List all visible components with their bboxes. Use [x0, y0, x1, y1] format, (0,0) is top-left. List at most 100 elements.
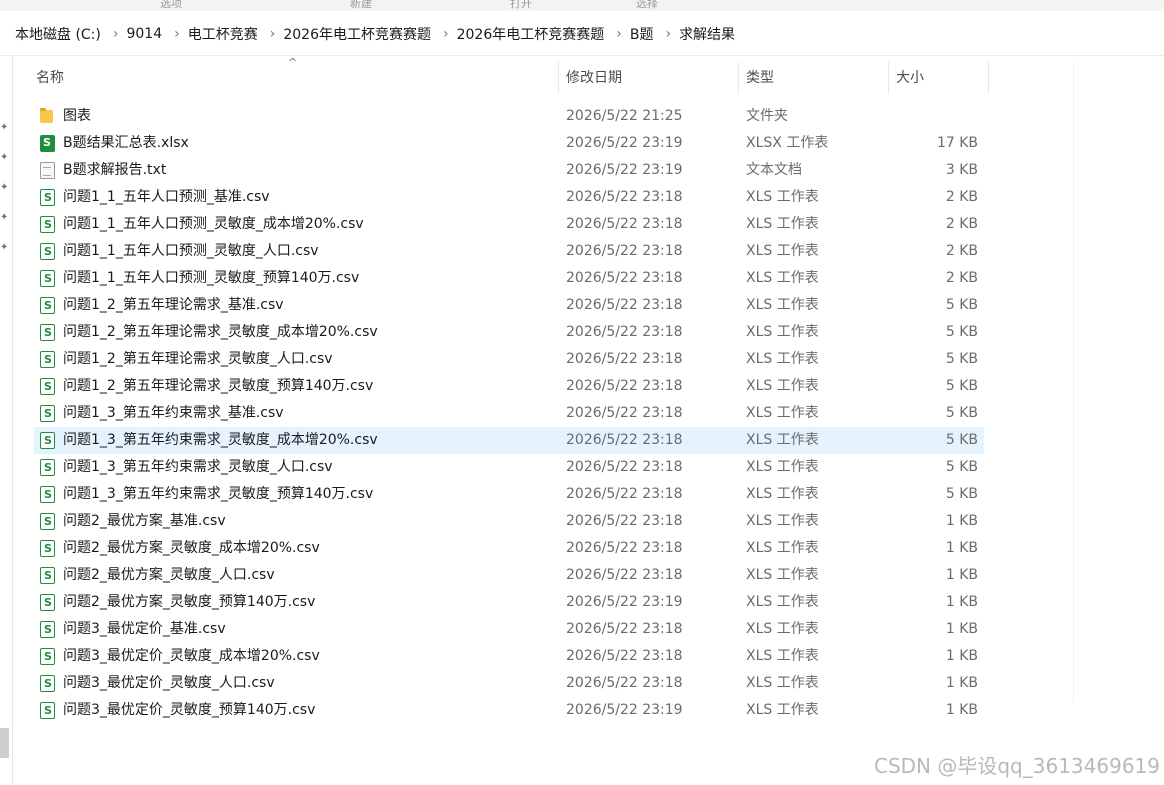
- file-row[interactable]: B题结果汇总表.xlsx 2026/5/22 23:19 XLSX 工作表 17 KB: [34, 129, 984, 157]
- file-row[interactable]: 问题1_1_五年人口预测_灵敏度_预算140万.csv 2026/5/22 23:…: [34, 265, 984, 292]
- file-size: 5 KB: [945, 378, 978, 394]
- file-row[interactable]: 问题1_1_五年人口预测_基准.csv 2026/5/22 23:18 XLS 工作…: [34, 184, 984, 211]
- breadcrumb-item-9014[interactable]: 9014: [126, 26, 162, 42]
- file-name: 问题1_1_五年人口预测_灵敏度_人口.csv: [63, 243, 319, 259]
- breadcrumb-item-problems-sub[interactable]: 2026年电工杯竞赛赛题: [457, 24, 605, 44]
- file-row[interactable]: 问题1_3_第五年约束需求_灵敏度_人口.csv 2026/5/22 23:18 X…: [34, 454, 984, 481]
- file-name: 问题1_1_五年人口预测_基准.csv: [63, 189, 270, 205]
- file-row[interactable]: 问题2_最优方案_灵敏度_人口.csv 2026/5/22 23:18 XLS 工作…: [34, 562, 984, 589]
- file-row[interactable]: 图表 2026/5/22 21:25 文件夹: [34, 103, 984, 130]
- file-date: 2026/5/22 23:18: [566, 621, 683, 637]
- csv-icon: [40, 427, 55, 454]
- file-row[interactable]: 问题2_最优方案_灵敏度_预算140万.csv 2026/5/22 23:19 XL…: [34, 589, 984, 616]
- csv-icon: [40, 211, 55, 238]
- file-row[interactable]: 问题1_2_第五年理论需求_灵敏度_预算140万.csv 2026/5/22 23…: [34, 373, 984, 400]
- file-size: 5 KB: [945, 459, 978, 475]
- address-bar[interactable]: 本地磁盘 (C:) › 9014 › 电工杯竞赛 › 2026年电工杯竞赛赛题 …: [0, 11, 1164, 56]
- file-row[interactable]: 问题1_2_第五年理论需求_灵敏度_成本增20%.csv 2026/5/22 23…: [34, 319, 984, 346]
- file-size: 1 KB: [945, 513, 978, 529]
- file-row[interactable]: 问题2_最优方案_灵敏度_成本增20%.csv 2026/5/22 23:18 XL…: [34, 535, 984, 562]
- file-date: 2026/5/22 23:18: [566, 675, 683, 691]
- csv-icon: [40, 508, 55, 535]
- chevron-right-icon[interactable]: ›: [270, 26, 276, 42]
- ribbon-label-new[interactable]: 新建: [350, 0, 372, 11]
- breadcrumb-item-drive[interactable]: 本地磁盘 (C:): [15, 24, 101, 44]
- file-type: XLS 工作表: [746, 648, 819, 664]
- breadcrumb-item-problems[interactable]: 2026年电工杯竞赛赛题: [283, 24, 431, 44]
- file-type: XLS 工作表: [746, 621, 819, 637]
- file-type: XLS 工作表: [746, 351, 819, 367]
- chevron-right-icon[interactable]: ›: [174, 26, 180, 42]
- navigation-pane[interactable]: ✦ ✦ ✦ ✦ ✦: [0, 56, 13, 785]
- file-size: 1 KB: [945, 621, 978, 637]
- file-size: 2 KB: [945, 189, 978, 205]
- file-row[interactable]: 问题2_最优方案_基准.csv 2026/5/22 23:18 XLS 工作表 1 K…: [34, 508, 984, 535]
- file-name: 问题1_2_第五年理论需求_灵敏度_预算140万.csv: [63, 378, 374, 394]
- file-name: B题求解报告.txt: [63, 162, 167, 178]
- file-type: XLS 工作表: [746, 378, 819, 394]
- file-date: 2026/5/22 23:19: [566, 162, 683, 178]
- csv-icon: [40, 400, 55, 427]
- file-date: 2026/5/22 23:18: [566, 540, 683, 556]
- file-size: 1 KB: [945, 540, 978, 556]
- csv-icon: [40, 319, 55, 346]
- file-name: 问题1_1_五年人口预测_灵敏度_预算140万.csv: [63, 270, 360, 286]
- file-name: 问题1_3_第五年约束需求_灵敏度_人口.csv: [63, 459, 333, 475]
- ribbon-label-options[interactable]: 选项: [160, 0, 182, 11]
- file-row[interactable]: 问题1_3_第五年约束需求_灵敏度_预算140万.csv 2026/5/22 23…: [34, 481, 984, 508]
- column-header-size[interactable]: 大小: [882, 62, 982, 94]
- chevron-right-icon[interactable]: ›: [113, 26, 119, 42]
- pin-icon: ✦: [0, 122, 9, 133]
- file-date: 2026/5/22 23:19: [566, 702, 683, 718]
- csv-icon: [40, 454, 55, 481]
- file-row[interactable]: 问题3_最优定价_基准.csv 2026/5/22 23:18 XLS 工作表 1 K…: [34, 616, 984, 643]
- file-date: 2026/5/22 23:18: [566, 189, 683, 205]
- file-type: XLS 工作表: [746, 459, 819, 475]
- file-date: 2026/5/22 23:18: [566, 324, 683, 340]
- file-row[interactable]: 问题1_2_第五年理论需求_基准.csv 2026/5/22 23:18 XLS 工…: [34, 292, 984, 319]
- csv-icon: [40, 481, 55, 508]
- breadcrumb-item-competition[interactable]: 电工杯竞赛: [188, 24, 258, 44]
- file-type: XLS 工作表: [746, 540, 819, 556]
- file-row[interactable]: 问题1_1_五年人口预测_灵敏度_人口.csv 2026/5/22 23:18 XL…: [34, 238, 984, 265]
- column-header-type[interactable]: 类型: [732, 62, 882, 94]
- file-date: 2026/5/22 23:18: [566, 378, 683, 394]
- file-date: 2026/5/22 23:19: [566, 594, 683, 610]
- file-row[interactable]: 问题3_最优定价_灵敏度_成本增20%.csv 2026/5/22 23:18 XL…: [34, 643, 984, 670]
- file-name: 图表: [63, 108, 91, 124]
- file-name: 问题1_2_第五年理论需求_基准.csv: [63, 297, 284, 313]
- pin-icon: ✦: [0, 212, 9, 223]
- chevron-right-icon[interactable]: ›: [443, 26, 449, 42]
- column-header-date[interactable]: 修改日期: [552, 62, 732, 94]
- file-name: 问题1_2_第五年理论需求_灵敏度_人口.csv: [63, 351, 333, 367]
- file-name: 问题2_最优方案_基准.csv: [63, 513, 226, 529]
- file-type: XLS 工作表: [746, 324, 819, 340]
- csv-icon: [40, 589, 55, 616]
- file-date: 2026/5/22 23:18: [566, 567, 683, 583]
- csv-icon: [40, 643, 55, 670]
- csv-icon: [40, 292, 55, 319]
- column-divider[interactable]: [988, 62, 989, 94]
- file-type: XLS 工作表: [746, 513, 819, 529]
- ribbon-label-open[interactable]: 打开: [510, 0, 532, 11]
- file-row-selected[interactable]: 问题1_3_第五年约束需求_灵敏度_成本增20%.csv 2026/5/22 23…: [34, 427, 984, 454]
- file-row[interactable]: 问题3_最优定价_灵敏度_预算140万.csv 2026/5/22 23:19 XL…: [34, 697, 984, 724]
- csv-icon: [40, 562, 55, 589]
- file-row[interactable]: B题求解报告.txt 2026/5/22 23:19 文本文档 3 KB: [34, 157, 984, 184]
- breadcrumb-item-results[interactable]: 求解结果: [679, 24, 735, 44]
- breadcrumb-item-b[interactable]: B题: [630, 24, 654, 44]
- file-date: 2026/5/22 23:18: [566, 486, 683, 502]
- file-row[interactable]: 问题1_2_第五年理论需求_灵敏度_人口.csv 2026/5/22 23:18 X…: [34, 346, 984, 373]
- file-row[interactable]: 问题3_最优定价_灵敏度_人口.csv 2026/5/22 23:18 XLS 工作…: [34, 670, 984, 697]
- nav-scrollbar[interactable]: [0, 728, 9, 758]
- file-size: 1 KB: [945, 675, 978, 691]
- chevron-right-icon[interactable]: ›: [665, 26, 671, 42]
- ribbon-label-select[interactable]: 选择: [636, 0, 658, 11]
- file-type: XLS 工作表: [746, 297, 819, 313]
- file-row[interactable]: 问题1_3_第五年约束需求_基准.csv 2026/5/22 23:18 XLS 工…: [34, 400, 984, 427]
- pin-icon: ✦: [0, 182, 9, 193]
- file-type: XLS 工作表: [746, 675, 819, 691]
- chevron-right-icon[interactable]: ›: [616, 26, 622, 42]
- file-row[interactable]: 问题1_1_五年人口预测_灵敏度_成本增20%.csv 2026/5/22 23:…: [34, 211, 984, 238]
- file-size: 5 KB: [945, 486, 978, 502]
